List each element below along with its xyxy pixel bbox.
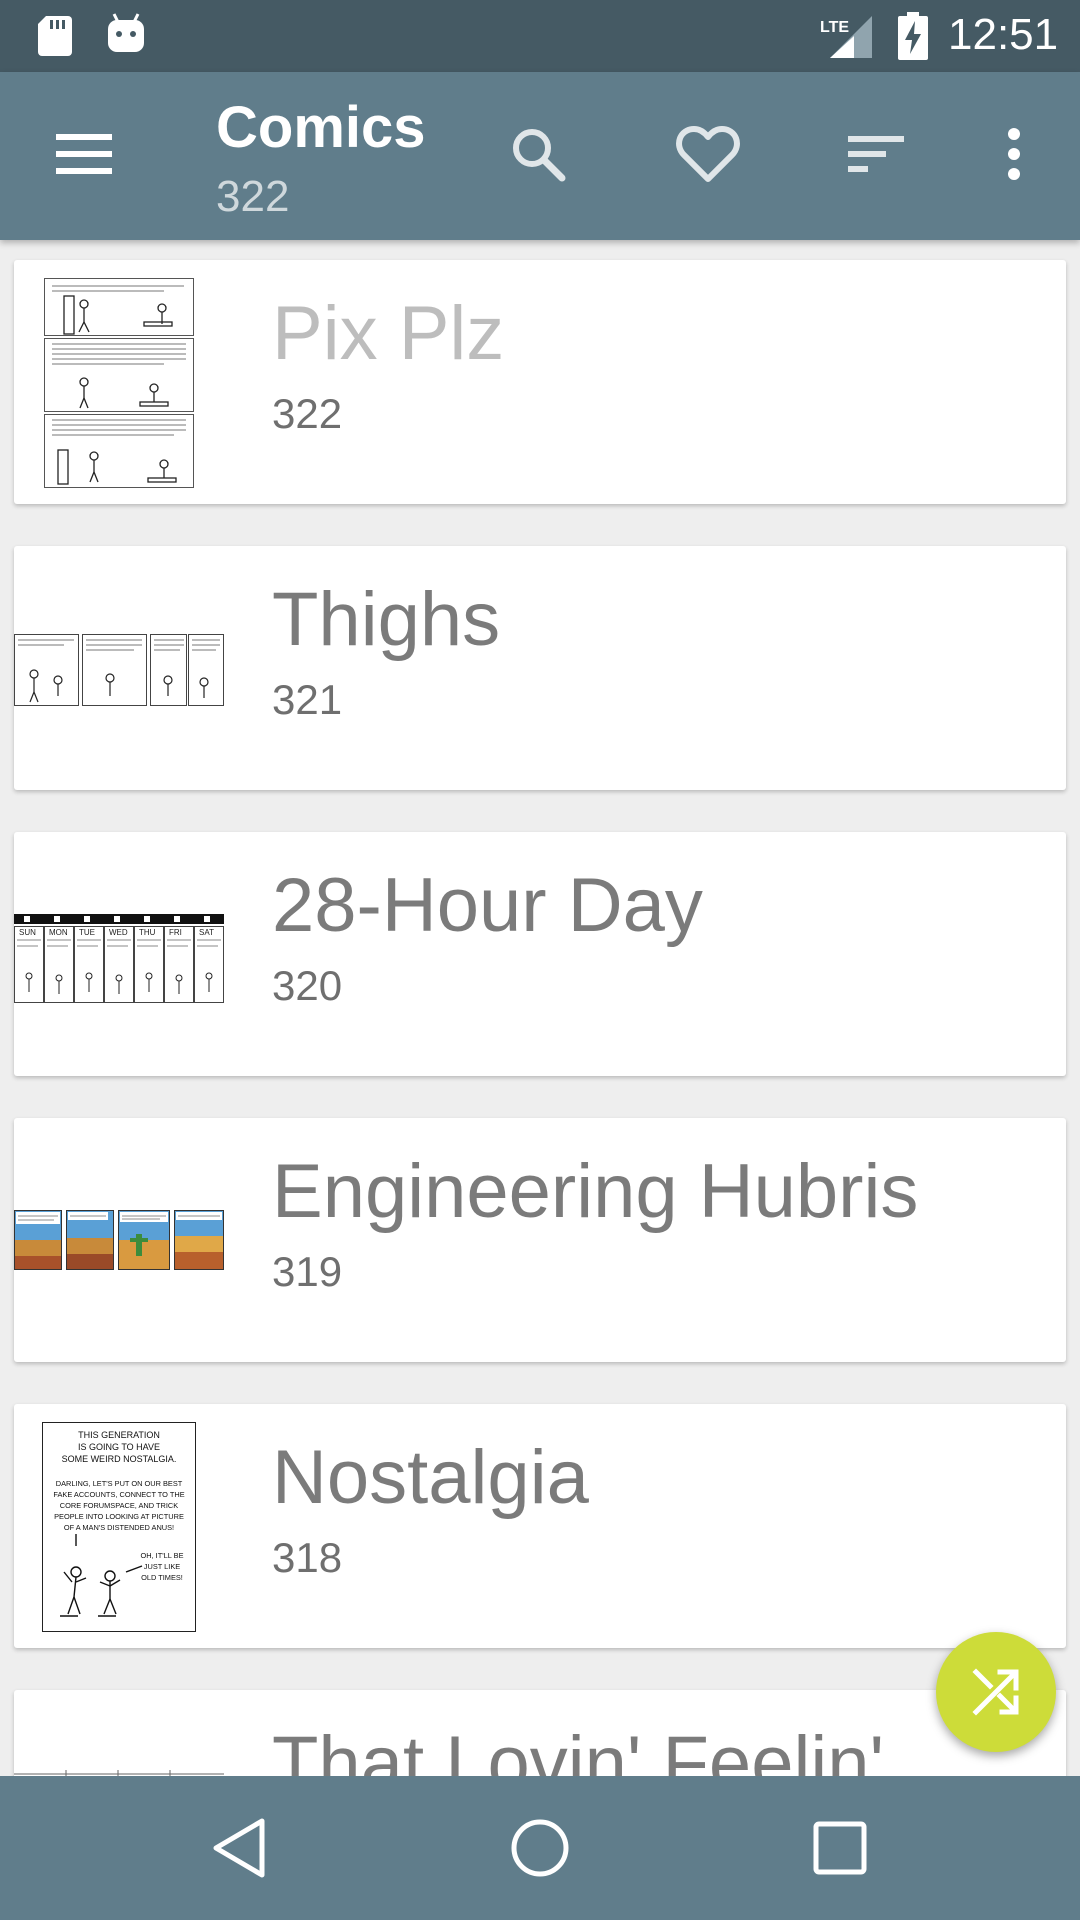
- recents-button[interactable]: [790, 1798, 890, 1898]
- search-button[interactable]: [488, 104, 588, 204]
- heart-icon: [676, 126, 740, 182]
- thumb-text: FAKE ACCOUNTS, CONNECT TO THE: [53, 1490, 184, 1499]
- day-label: MON: [49, 928, 68, 937]
- comic-card[interactable]: Thighs 321: [14, 546, 1066, 790]
- android-icon: [108, 13, 144, 52]
- thumb-text: IS GOING TO HAVE: [78, 1442, 160, 1452]
- lte-signal-icon: LTE: [820, 16, 872, 58]
- comic-title: Thighs: [272, 577, 501, 662]
- app-bar: Comics 322: [0, 72, 1080, 240]
- page-title: Comics: [216, 95, 426, 160]
- recents-icon: [813, 1821, 867, 1875]
- comic-number: 319: [272, 1248, 343, 1295]
- thumb-text: DARLING, LET'S PUT ON OUR BEST: [56, 1479, 183, 1488]
- comic-thumbnail: [14, 1690, 224, 1776]
- comic-number: 322: [272, 390, 343, 437]
- thumb-text: OF A MAN'S DISTENDED ANUS!: [64, 1523, 174, 1532]
- status-time: 12:51: [948, 10, 1059, 59]
- day-label: SAT: [199, 928, 214, 937]
- comic-card[interactable]: Pix Plz 322: [14, 260, 1066, 504]
- navigation-bar: [0, 1776, 1080, 1920]
- sd-card-icon: [38, 16, 72, 56]
- comic-thumbnail: [14, 546, 224, 790]
- more-vert-icon: [1008, 128, 1020, 180]
- back-button[interactable]: [190, 1798, 290, 1898]
- thumb-text: OLD TIMES!: [141, 1573, 183, 1582]
- favorites-button[interactable]: [658, 104, 758, 204]
- comic-title: That Lovin' Feelin': [272, 1721, 885, 1776]
- thumb-text: CORE FORUMSPACE, AND TRICK: [60, 1501, 178, 1510]
- day-label: FRI: [169, 928, 182, 937]
- sort-button[interactable]: [826, 104, 926, 204]
- thumb-text: SOME WEIRD NOSTALGIA.: [62, 1454, 177, 1464]
- comic-card[interactable]: Engineering Hubris 319: [14, 1118, 1066, 1362]
- day-label: TUE: [79, 928, 95, 937]
- comic-card[interactable]: SUN MON TUE WED THU FRI SAT 28-Hour Day …: [14, 832, 1066, 1076]
- search-icon: [513, 129, 566, 182]
- sort-icon: [848, 136, 904, 172]
- comic-title: Pix Plz: [272, 291, 505, 376]
- more-options-button[interactable]: [964, 104, 1064, 204]
- comic-thumbnail: THIS GENERATION IS GOING TO HAVE SOME WE…: [14, 1404, 224, 1648]
- comic-title: Nostalgia: [272, 1435, 589, 1520]
- shuffle-button[interactable]: [936, 1632, 1056, 1752]
- back-icon: [213, 1818, 265, 1878]
- shuffle-icon: [972, 1668, 1019, 1716]
- day-label: SUN: [19, 928, 36, 937]
- comic-thumbnail: [14, 260, 224, 504]
- battery-charging-icon: [898, 12, 928, 60]
- thumb-text: PEOPLE INTO LOOKING AT PICTURE: [54, 1512, 184, 1521]
- comic-card[interactable]: THIS GENERATION IS GOING TO HAVE SOME WE…: [14, 1404, 1066, 1648]
- menu-button[interactable]: [34, 104, 134, 204]
- day-label: WED: [109, 928, 128, 937]
- comic-card[interactable]: That Lovin' Feelin': [14, 1690, 1066, 1776]
- svg-text:LTE: LTE: [820, 19, 849, 36]
- comics-list[interactable]: Pix Plz 322 Thighs 321 SUN MON TUE WED T…: [0, 240, 1080, 1776]
- comic-thumbnail: [14, 1118, 224, 1362]
- home-icon: [511, 1819, 569, 1877]
- status-bar: LTE 12:51: [0, 0, 1080, 72]
- page-subtitle: 322: [216, 172, 290, 221]
- thumb-text: THIS GENERATION: [78, 1430, 160, 1440]
- comic-number: 318: [272, 1534, 343, 1581]
- comic-number: 321: [272, 676, 343, 723]
- comic-thumbnail: SUN MON TUE WED THU FRI SAT: [14, 832, 224, 1076]
- thumb-text: JUST LIKE: [144, 1562, 180, 1571]
- thumb-text: OH, IT'LL BE: [140, 1551, 183, 1560]
- comic-title: Engineering Hubris: [272, 1149, 919, 1234]
- menu-icon: [56, 134, 112, 174]
- comic-number: 320: [272, 962, 343, 1009]
- comic-title: 28-Hour Day: [272, 863, 703, 948]
- day-label: THU: [139, 928, 156, 937]
- home-button[interactable]: [490, 1798, 590, 1898]
